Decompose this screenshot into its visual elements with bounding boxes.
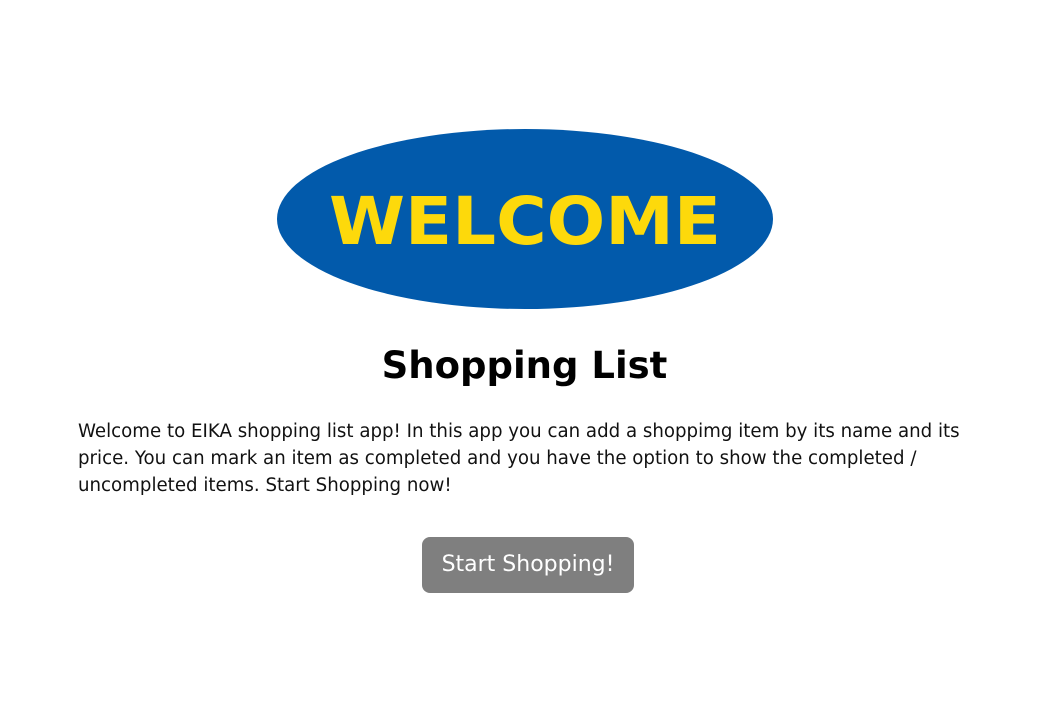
logo-text: WELCOME: [329, 183, 721, 260]
welcome-logo-graphic: WELCOME: [277, 129, 773, 309]
welcome-logo: WELCOME: [276, 128, 774, 310]
start-shopping-button[interactable]: Start Shopping!: [422, 537, 634, 593]
page-title: Shopping List: [381, 344, 668, 387]
app-description: Welcome to EIKA shopping list app! In th…: [78, 421, 960, 496]
welcome-page: WELCOME Shopping List Welcome to EIKA sh…: [0, 0, 1049, 708]
